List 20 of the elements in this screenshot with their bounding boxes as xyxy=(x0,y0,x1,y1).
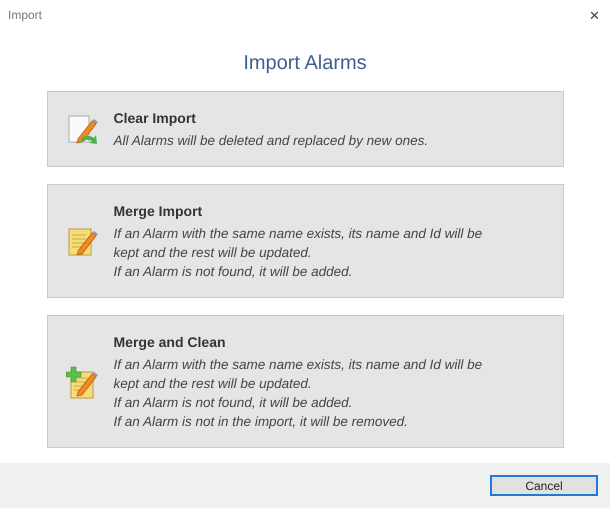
notepad-add-icon xyxy=(66,366,100,400)
import-option-card[interactable] xyxy=(46,315,564,448)
option-description: kept and the rest will be updated. xyxy=(114,375,313,393)
option-description: If an Alarm with the same name exists, its name and Id will be xyxy=(114,356,482,374)
edit-icon xyxy=(66,113,100,147)
option-description: If an Alarm is not found, it will be added. xyxy=(114,263,354,281)
close-button[interactable]: ✕ xyxy=(589,8,600,22)
import-option-card[interactable]: Merge Import If an Alarm with the same name exists, its name and Id will be kept and the rest will be updated. If an Alarm is not found, it will be added. xyxy=(46,184,564,298)
option-description: If an Alarm is not found, it will be added. xyxy=(114,394,354,412)
option-description: All Alarms will be deleted and replaced by new ones. xyxy=(114,132,428,150)
option-title: Merge and Clean xyxy=(114,334,227,350)
dialog-heading: Import Alarms xyxy=(243,52,367,75)
option-description: kept and the rest will be updated. xyxy=(114,244,313,262)
cancel-button[interactable]: Cancel xyxy=(490,475,598,496)
option-description: If an Alarm is not in the import, it will be removed. xyxy=(114,413,409,431)
option-title: Merge Import xyxy=(114,203,204,219)
window-title: Import xyxy=(8,8,42,22)
option-description: If an Alarm with the same name exists, its name and Id will be xyxy=(114,225,482,243)
import-option-card[interactable]: Clear Import All Alarms will be deleted and replaced by new ones. xyxy=(46,91,564,167)
option-title: Clear Import xyxy=(114,110,197,126)
